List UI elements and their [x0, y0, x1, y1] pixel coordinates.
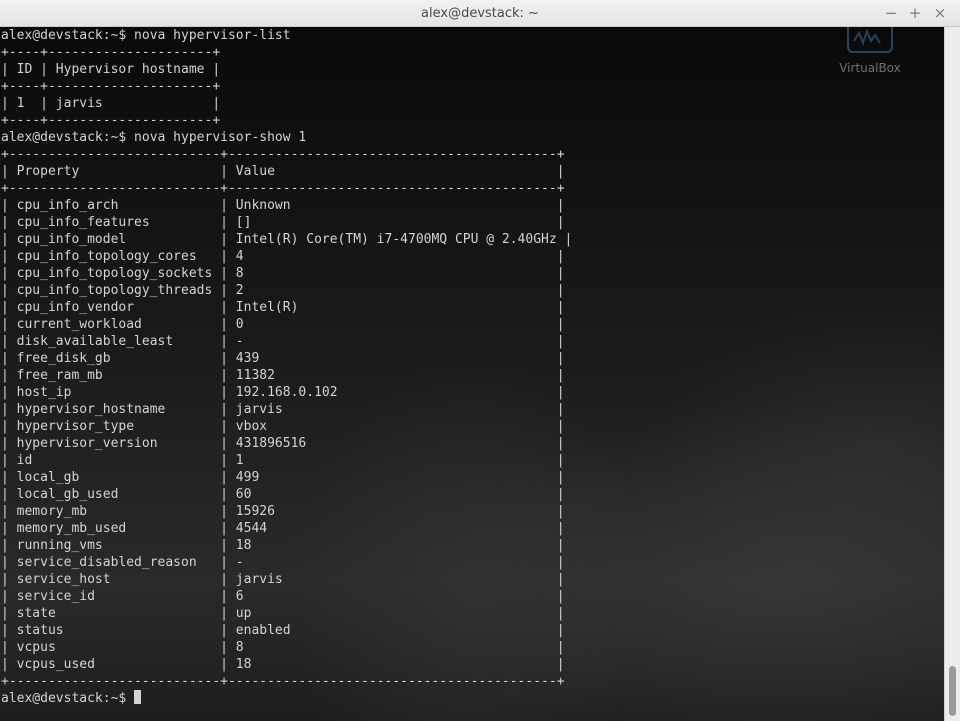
terminal-line: +----+---------------------+: [1, 113, 221, 128]
terminal-line: | cpu_info_topology_sockets | 8 |: [1, 266, 565, 281]
virtualbox-label: VirtualBox: [839, 61, 901, 75]
terminal-line: | service_id | 6 |: [1, 589, 565, 604]
terminal-line: | cpu_info_topology_threads | 2 |: [1, 283, 565, 298]
terminal-line: | vcpus_used | 18 |: [1, 657, 565, 672]
window-title: alex@devstack: ~: [421, 6, 539, 21]
terminal-area[interactable]: VirtualBox alex@devstack:~$ nova hypervi…: [0, 27, 944, 721]
terminal-line: +---------------------------+-----------…: [1, 147, 565, 162]
terminal-scrollbar[interactable]: [944, 27, 960, 721]
terminal-line: | hypervisor_hostname | jarvis |: [1, 402, 565, 417]
terminal-line: | service_disabled_reason | - |: [1, 555, 565, 570]
terminal-line: | current_workload | 0 |: [1, 317, 565, 332]
terminal-line: | state | up |: [1, 606, 565, 621]
terminal-line: | vcpus | 8 |: [1, 640, 565, 655]
terminal-line: +----+---------------------+: [1, 45, 221, 60]
terminal-line: | 1 | jarvis |: [1, 96, 221, 111]
scrollbar-thumb[interactable]: [949, 666, 956, 716]
terminal-line: | local_gb_used | 60 |: [1, 487, 565, 502]
terminal-line: | service_host | jarvis |: [1, 572, 565, 587]
terminal-line: | disk_available_least | - |: [1, 334, 565, 349]
terminal-line: | memory_mb | 15926 |: [1, 504, 565, 519]
terminal-line: | hypervisor_type | vbox |: [1, 419, 565, 434]
terminal-line: | status | enabled |: [1, 623, 565, 638]
terminal-line: +----+---------------------+: [1, 79, 221, 94]
terminal-line: | local_gb | 499 |: [1, 470, 565, 485]
terminal-line: | cpu_info_model | Intel(R) Core(TM) i7-…: [1, 232, 573, 247]
minimize-button[interactable]: −: [881, 3, 901, 23]
maximize-button[interactable]: +: [905, 3, 925, 23]
terminal-line: | hypervisor_version | 431896516 |: [1, 436, 565, 451]
text-cursor: [134, 690, 142, 704]
terminal-line: | memory_mb_used | 4544 |: [1, 521, 565, 536]
terminal-line: +---------------------------+-----------…: [1, 674, 565, 689]
terminal-prompt: alex@devstack:~$: [1, 691, 127, 706]
terminal-line: +---------------------------+-----------…: [1, 181, 565, 196]
window-titlebar[interactable]: alex@devstack: ~ − + ×: [0, 0, 960, 27]
terminal-line: | cpu_info_vendor | Intel(R) |: [1, 300, 565, 315]
terminal-output: alex@devstack:~$ nova hypervisor-list +-…: [1, 27, 572, 707]
terminal-line: | cpu_info_topology_cores | 4 |: [1, 249, 565, 264]
terminal-line: | cpu_info_features | [] |: [1, 215, 565, 230]
terminal-line: | cpu_info_arch | Unknown |: [1, 198, 565, 213]
terminal-line: | running_vms | 18 |: [1, 538, 565, 553]
terminal-line: | free_ram_mb | 11382 |: [1, 368, 565, 383]
terminal-line: alex@devstack:~$ nova hypervisor-show 1: [1, 130, 307, 145]
terminal-lines: alex@devstack:~$ nova hypervisor-list +-…: [1, 28, 572, 689]
terminal-line: | ID | Hypervisor hostname |: [1, 62, 221, 77]
terminal-line: | id | 1 |: [1, 453, 565, 468]
terminal-line: | free_disk_gb | 439 |: [1, 351, 565, 366]
close-button[interactable]: ×: [930, 3, 950, 23]
virtualbox-icon: [847, 27, 893, 53]
terminal-line: | host_ip | 192.168.0.102 |: [1, 385, 565, 400]
terminal-line: | Property | Value |: [1, 164, 565, 179]
terminal-line: alex@devstack:~$ nova hypervisor-list: [1, 28, 291, 43]
